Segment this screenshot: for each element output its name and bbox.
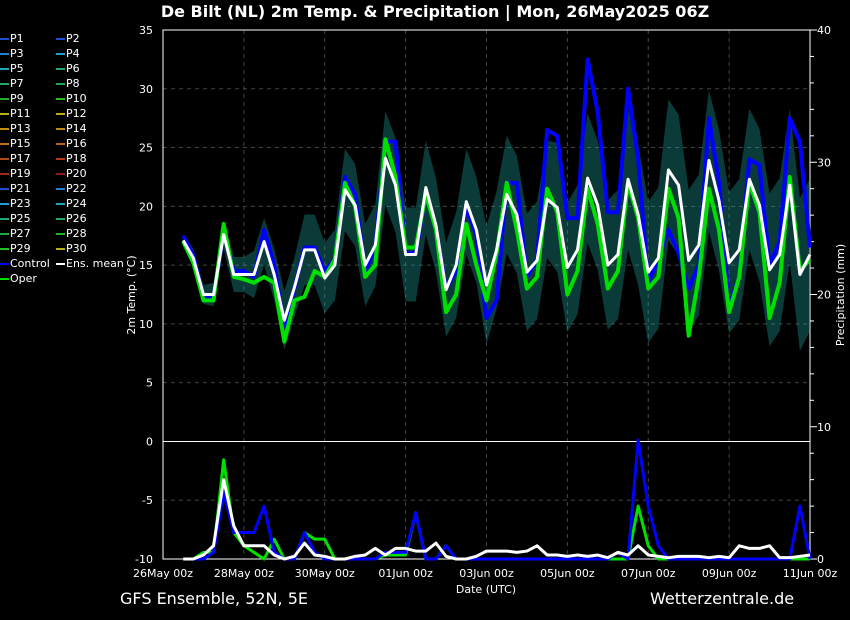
y-tick-label: 25: [139, 142, 153, 155]
y-tick-label: 20: [139, 200, 153, 213]
x-tick-label: 26May 00z: [133, 567, 193, 580]
y-tick-label: 0: [146, 435, 153, 448]
x-tick-label: 09Jun 00z: [702, 567, 757, 580]
footer-source: GFS Ensemble, 52N, 5E: [120, 589, 308, 608]
y-tick-label: 5: [146, 377, 153, 390]
y2-tick-label: 30: [817, 156, 831, 169]
y-tick-label: -5: [142, 494, 153, 507]
y-tick-label: 35: [139, 24, 153, 37]
y-tick-label: -10: [135, 553, 153, 566]
y2-axis-label: Precipitation (mm): [834, 244, 847, 346]
x-axis-label: Date (UTC): [456, 583, 516, 596]
x-tick-label: 11Jun 00z: [783, 567, 838, 580]
footer-site: Wetterzentrale.de: [650, 589, 795, 608]
precip-oper-line: [183, 458, 810, 561]
precip-control-line: [183, 438, 812, 561]
x-tick-label: 28May 00z: [214, 567, 274, 580]
y2-tick-label: 10: [817, 421, 831, 434]
y2-tick-label: 0: [817, 553, 824, 566]
x-tick-label: 30May 00z: [295, 567, 355, 580]
y2-tick-label: 40: [817, 24, 831, 37]
y-axis-label: 2m Temp. (°C): [125, 255, 138, 334]
y2-tick-label: 20: [817, 289, 831, 302]
x-tick-label: 07Jun 00z: [621, 567, 676, 580]
y-tick-label: 15: [139, 259, 153, 272]
x-tick-label: 05Jun 00z: [540, 567, 595, 580]
x-tick-label: 01Jun 00z: [378, 567, 433, 580]
y-tick-label: 10: [139, 318, 153, 331]
y-tick-label: 30: [139, 83, 153, 96]
chart: -10 -5 0 5 10 15 20 25 30 35 26May 00z 28May 00z 30M…: [125, 24, 847, 596]
x-tick-label: 03Jun 00z: [459, 567, 514, 580]
series: [181, 57, 812, 561]
